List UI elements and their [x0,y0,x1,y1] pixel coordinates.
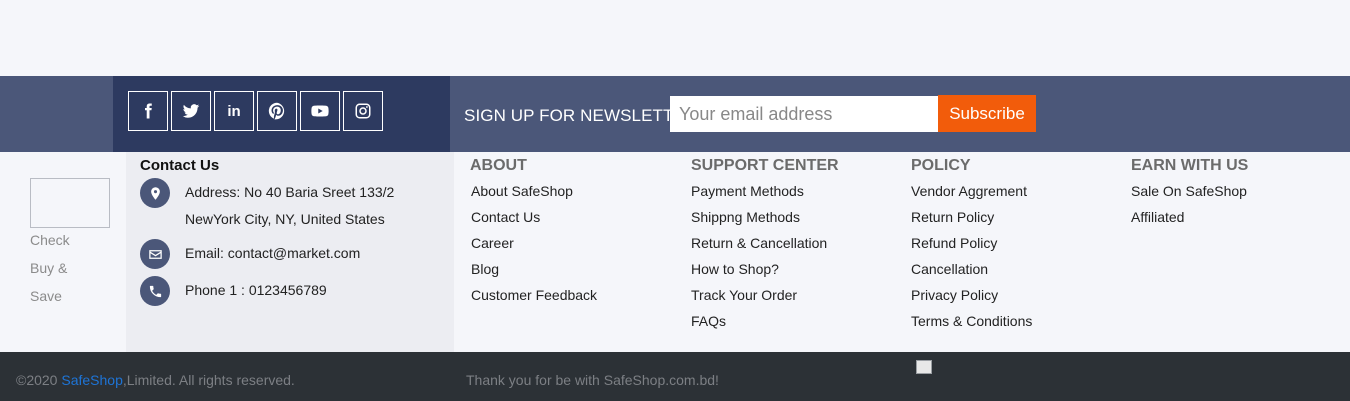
support-link-shipping-methods[interactable]: Shippng Methods [691,209,800,225]
support-link-faqs[interactable]: FAQs [691,313,726,329]
location-pin-icon [140,178,170,208]
brand-tagline-line-1: Check [30,232,70,248]
pinterest-icon [268,102,285,120]
contact-email[interactable]: Email: contact@market.com [185,245,360,261]
contact-title: Contact Us [140,157,220,174]
phone-icon [140,276,170,306]
support-link-track-order[interactable]: Track Your Order [691,287,797,303]
twitter-link[interactable] [171,91,211,131]
copyright-text: ©2020 SafeShop,Limited. All rights reser… [16,372,295,388]
pinterest-link[interactable] [257,91,297,131]
youtube-icon [311,105,329,117]
about-column-title: ABOUT [470,157,527,174]
support-column-title: SUPPORT CENTER [691,157,839,174]
linkedin-icon: in [227,102,241,120]
thank-you-text: Thank you for be with SafeShop.com.bd! [466,372,719,388]
contact-address-line-1: Address: No 40 Baria Sreet 133/2 [185,184,395,200]
facebook-icon [145,103,152,119]
earn-link-sale-on-safeshop[interactable]: Sale On SafeShop [1131,183,1247,199]
policy-link-refund-policy[interactable]: Refund Policy [911,235,997,251]
linkedin-link[interactable]: in [214,91,254,131]
earn-link-affiliated[interactable]: Affiliated [1131,209,1184,225]
youtube-link[interactable] [300,91,340,131]
newsletter-email-input[interactable] [670,96,938,132]
support-link-return-cancellation[interactable]: Return & Cancellation [691,235,827,251]
contact-address-line-2: NewYork City, NY, United States [185,211,385,227]
brand-logo-image[interactable] [30,178,110,228]
policy-link-vendor-agreement[interactable]: Vendor Aggrement [911,183,1027,199]
policy-link-terms-conditions[interactable]: Terms & Conditions [911,313,1032,329]
about-link-contact-us[interactable]: Contact Us [471,209,540,225]
contact-phone[interactable]: Phone 1 : 0123456789 [185,282,327,298]
instagram-link[interactable] [343,91,383,131]
support-link-how-to-shop[interactable]: How to Shop? [691,261,779,277]
policy-column-title: POLICY [911,157,971,174]
about-link-blog[interactable]: Blog [471,261,499,277]
brand-tagline-line-2: Buy & [30,260,68,276]
copyright-suffix: ,Limited. All rights reserved. [122,372,295,388]
subscribe-button[interactable]: Subscribe [938,95,1036,132]
twitter-icon [182,104,200,118]
support-link-payment-methods[interactable]: Payment Methods [691,183,804,199]
copyright-prefix: ©2020 [16,372,62,388]
about-link-career[interactable]: Career [471,235,514,251]
newsletter-label: SIGN UP FOR NEWSLETTER [464,106,698,125]
safeshop-brand-link[interactable]: SafeShop [61,372,123,388]
payment-methods-image [916,360,932,374]
envelope-icon [140,239,170,269]
about-link-about-safeshop[interactable]: About SafeShop [471,183,573,199]
about-link-customer-feedback[interactable]: Customer Feedback [471,287,597,303]
policy-link-cancellation[interactable]: Cancellation [911,261,988,277]
page-top-spacer [0,0,1350,76]
brand-tagline-line-3: Save [30,288,62,304]
facebook-link[interactable] [128,91,168,131]
instagram-icon [355,103,371,119]
policy-link-return-policy[interactable]: Return Policy [911,209,994,225]
policy-link-privacy-policy[interactable]: Privacy Policy [911,287,998,303]
earn-column-title: EARN WITH US [1131,157,1249,174]
